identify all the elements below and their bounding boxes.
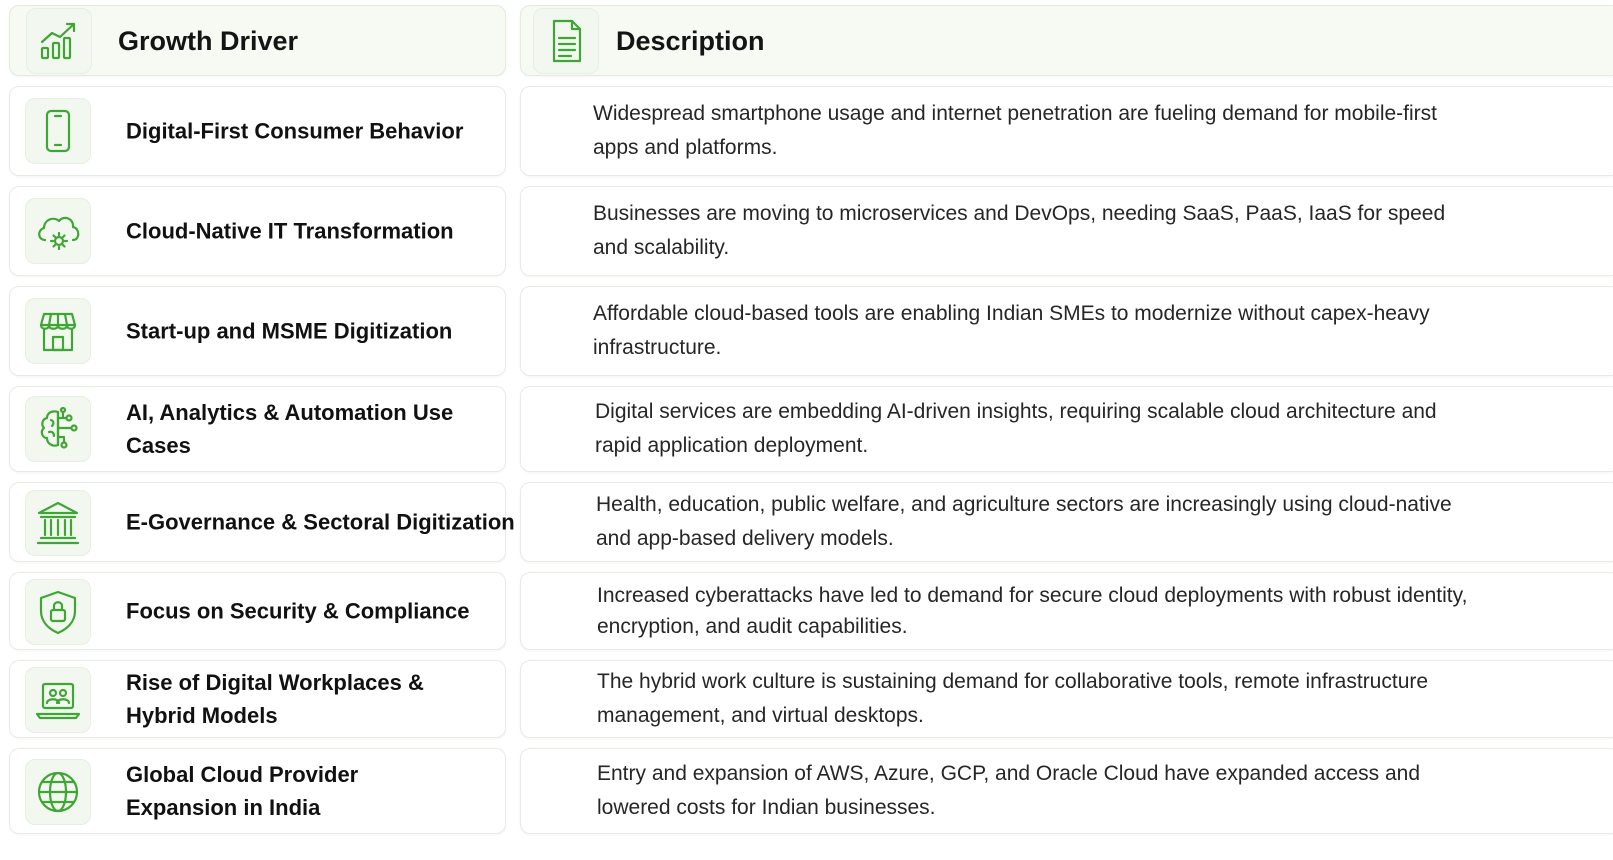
header-description-title: Description <box>616 26 765 56</box>
driver-cell-digital-workplaces: Rise of Digital Workplaces & Hybrid Mode… <box>9 660 506 738</box>
description-text: Widespread smartphone usage and internet… <box>593 102 1437 159</box>
description-text: Health, education, public welfare, and a… <box>596 493 1452 550</box>
driver-cell-e-governance: E-Governance & Sectoral Digitization <box>9 482 515 562</box>
description-cell: Entry and expansion of AWS, Azure, GCP, … <box>520 748 1613 834</box>
growth-chart-icon <box>26 8 92 74</box>
header-growth-driver: Growth Driver <box>9 5 506 76</box>
description-text: Businesses are moving to microservices a… <box>593 202 1446 259</box>
driver-cell-security: Focus on Security & Compliance <box>9 572 506 650</box>
shield-lock-icon <box>25 579 91 645</box>
driver-cell-msme: Start-up and MSME Digitization <box>9 286 506 376</box>
driver-label: Digital-First Consumer Behavior <box>126 118 464 144</box>
description-text: Digital services are embedding AI-driven… <box>595 400 1437 457</box>
description-text: Increased cyberattacks have led to deman… <box>597 584 1468 638</box>
description-cell: Widespread smartphone usage and internet… <box>520 86 1613 176</box>
driver-cell-cloud-native: Cloud-Native IT Transformation <box>9 186 506 276</box>
document-icon <box>533 8 599 74</box>
description-cell: Health, education, public welfare, and a… <box>520 482 1613 562</box>
description-cell: Businesses are moving to microservices a… <box>520 186 1613 276</box>
cloud-gear-icon <box>25 198 91 264</box>
driver-label: Rise of Digital Workplaces & Hybrid Mode… <box>126 670 424 728</box>
driver-label: Global Cloud Provider Expansion in India <box>126 762 359 820</box>
storefront-icon <box>25 298 91 364</box>
driver-cell-digital-first: Digital-First Consumer Behavior <box>9 86 506 176</box>
globe-icon <box>25 759 91 825</box>
driver-label: Cloud-Native IT Transformation <box>126 218 454 244</box>
header-description: Description <box>520 5 1613 76</box>
driver-cell-ai-analytics: AI, Analytics & Automation Use Cases <box>9 386 506 472</box>
description-cell: Affordable cloud-based tools are enablin… <box>520 286 1613 376</box>
description-text: The hybrid work culture is sustaining de… <box>597 670 1429 727</box>
driver-label: E-Governance & Sectoral Digitization <box>126 509 515 535</box>
description-cell: Digital services are embedding AI-driven… <box>520 386 1613 472</box>
description-text: Affordable cloud-based tools are enablin… <box>593 302 1430 359</box>
description-text: Entry and expansion of AWS, Azure, GCP, … <box>597 762 1420 819</box>
driver-cell-global-cloud: Global Cloud Provider Expansion in India <box>9 748 506 834</box>
ai-brain-icon <box>25 396 91 462</box>
laptop-users-icon <box>25 667 91 733</box>
driver-label: Start-up and MSME Digitization <box>126 318 453 344</box>
driver-label: AI, Analytics & Automation Use Cases <box>126 400 454 458</box>
description-cell: The hybrid work culture is sustaining de… <box>520 660 1613 738</box>
smartphone-icon <box>25 98 91 164</box>
driver-label: Focus on Security & Compliance <box>126 598 470 624</box>
government-building-icon <box>25 490 91 556</box>
header-driver-title: Growth Driver <box>118 26 299 56</box>
description-cell: Increased cyberattacks have led to deman… <box>520 572 1613 650</box>
